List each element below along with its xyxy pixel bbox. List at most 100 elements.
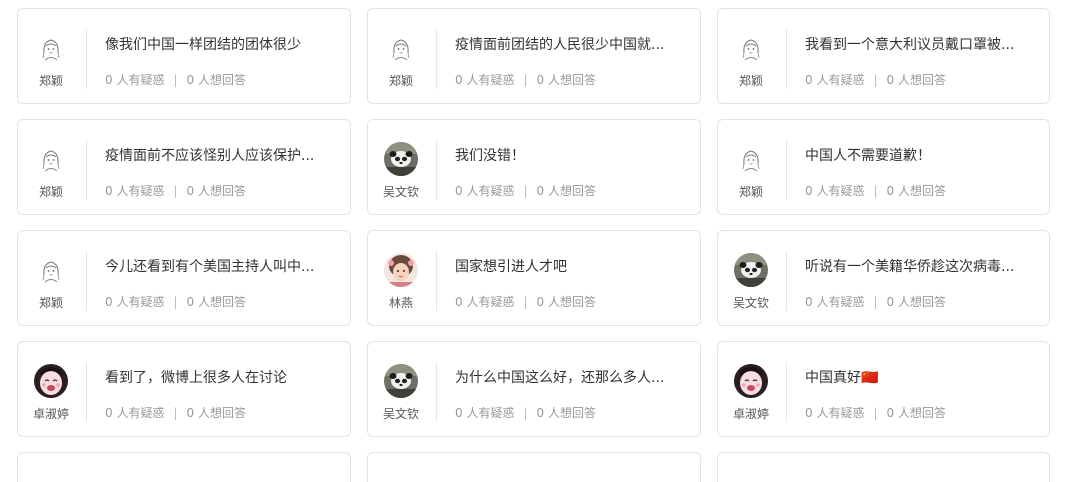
question-stats: 0 人有疑惑 | 0 人想回答 bbox=[805, 72, 946, 88]
user-name[interactable]: 郑颖 bbox=[368, 72, 434, 89]
card-divider bbox=[86, 29, 87, 89]
user-name[interactable]: 吴文钦 bbox=[368, 405, 434, 422]
card-user[interactable]: 郑颖 bbox=[18, 120, 86, 214]
question-stats: 0 人有疑惑 | 0 人想回答 bbox=[455, 294, 596, 310]
user-name[interactable]: 郑颖 bbox=[18, 294, 84, 311]
doubt-count: 0 人有疑惑 bbox=[805, 73, 865, 87]
question-title[interactable]: 国家想引进人才吧 bbox=[455, 258, 680, 276]
question-title[interactable]: 像我们中国一样团结的团体很少 bbox=[105, 36, 330, 54]
card-user[interactable]: 郑颖 bbox=[718, 120, 786, 214]
question-title[interactable]: 为什么中国这么好，还那么多人... bbox=[455, 369, 680, 387]
question-card-6[interactable]: 郑颖 中国人不需要道歉！ 0 人有疑惑 | 0 人想回答 bbox=[717, 119, 1050, 215]
question-title[interactable]: 疫情面前不应该怪别人应该保护... bbox=[105, 147, 330, 165]
user-name[interactable]: 郑颖 bbox=[718, 183, 784, 200]
question-card-11[interactable]: 吴文钦 为什么中国这么好，还那么多人... 0 人有疑惑 | 0 人想回答 bbox=[367, 341, 701, 437]
user-name[interactable]: 郑颖 bbox=[18, 72, 84, 89]
sketch-girl-avatar-icon[interactable] bbox=[34, 142, 68, 176]
card-user[interactable]: 吴文钦 bbox=[368, 120, 436, 214]
answer-count: 0 人想回答 bbox=[536, 295, 596, 309]
answer-count: 0 人想回答 bbox=[186, 406, 246, 420]
user-name[interactable]: 吴文钦 bbox=[718, 294, 784, 311]
panda-avatar-icon[interactable] bbox=[384, 364, 418, 398]
question-stats: 0 人有疑惑 | 0 人想回答 bbox=[455, 183, 596, 199]
answer-count: 0 人想回答 bbox=[186, 73, 246, 87]
sketch-girl-avatar-icon[interactable] bbox=[34, 253, 68, 287]
user-name[interactable]: 林燕 bbox=[368, 294, 434, 311]
stats-separator: | bbox=[523, 295, 528, 309]
card-user[interactable]: 郑颖 bbox=[18, 9, 86, 103]
card-divider bbox=[86, 251, 87, 311]
question-card-7[interactable]: 郑颖 今儿还看到有个美国主持人叫中... 0 人有疑惑 | 0 人想回答 bbox=[17, 230, 351, 326]
card-user[interactable]: 林燕 bbox=[368, 231, 436, 325]
stats-separator: | bbox=[873, 184, 878, 198]
sketch-girl-avatar-icon[interactable] bbox=[734, 31, 768, 65]
stats-separator: | bbox=[523, 73, 528, 87]
answer-count: 0 人想回答 bbox=[536, 184, 596, 198]
card-divider bbox=[436, 362, 437, 422]
doubt-count: 0 人有疑惑 bbox=[105, 73, 165, 87]
stats-separator: | bbox=[173, 295, 178, 309]
card-user[interactable]: 卓淑婷 bbox=[18, 342, 86, 436]
card-user[interactable]: 卓淑婷 bbox=[718, 342, 786, 436]
question-stats: 0 人有疑惑 | 0 人想回答 bbox=[805, 183, 946, 199]
panda-avatar-icon[interactable] bbox=[384, 142, 418, 176]
card-divider bbox=[436, 251, 437, 311]
card-divider bbox=[786, 29, 787, 89]
user-name[interactable]: 卓淑婷 bbox=[18, 405, 84, 422]
card-user[interactable]: 吴文钦 bbox=[718, 231, 786, 325]
panda-avatar-icon[interactable] bbox=[734, 253, 768, 287]
question-title[interactable]: 我看到一个意大利议员戴口罩被... bbox=[805, 36, 1030, 54]
question-card-12[interactable]: 卓淑婷 中国真好🇨🇳 0 人有疑惑 | 0 人想回答 bbox=[717, 341, 1050, 437]
answer-count: 0 人想回答 bbox=[886, 73, 946, 87]
question-title[interactable]: 我们没错！ bbox=[455, 147, 680, 165]
question-stats: 0 人有疑惑 | 0 人想回答 bbox=[455, 405, 596, 421]
user-name[interactable]: 卓淑婷 bbox=[718, 405, 784, 422]
card-user[interactable]: 郑颖 bbox=[18, 231, 86, 325]
crying-girl-avatar-icon[interactable] bbox=[734, 364, 768, 398]
doubt-count: 0 人有疑惑 bbox=[805, 406, 865, 420]
question-card-3[interactable]: 郑颖 我看到一个意大利议员戴口罩被... 0 人有疑惑 | 0 人想回答 bbox=[717, 8, 1050, 104]
doubt-count: 0 人有疑惑 bbox=[105, 406, 165, 420]
question-stats: 0 人有疑惑 | 0 人想回答 bbox=[105, 294, 246, 310]
stats-separator: | bbox=[873, 73, 878, 87]
question-card-5[interactable]: 吴文钦 我们没错！ 0 人有疑惑 | 0 人想回答 bbox=[367, 119, 701, 215]
doubt-count: 0 人有疑惑 bbox=[805, 295, 865, 309]
sketch-girl-avatar-icon[interactable] bbox=[34, 31, 68, 65]
user-name[interactable]: 郑颖 bbox=[18, 183, 84, 200]
question-card-1[interactable]: 郑颖 像我们中国一样团结的团体很少 0 人有疑惑 | 0 人想回答 bbox=[17, 8, 351, 104]
answer-count: 0 人想回答 bbox=[536, 406, 596, 420]
card-divider bbox=[436, 29, 437, 89]
answer-count: 0 人想回答 bbox=[886, 406, 946, 420]
stats-separator: | bbox=[173, 406, 178, 420]
question-card-9[interactable]: 吴文钦 听说有一个美籍华侨趁这次病毒... 0 人有疑惑 | 0 人想回答 bbox=[717, 230, 1050, 326]
doubt-count: 0 人有疑惑 bbox=[805, 184, 865, 198]
question-title[interactable]: 中国真好🇨🇳 bbox=[805, 369, 1030, 387]
card-user[interactable]: 吴文钦 bbox=[368, 342, 436, 436]
question-card-partial[interactable] bbox=[17, 452, 351, 482]
sketch-girl-avatar-icon[interactable] bbox=[734, 142, 768, 176]
question-title[interactable]: 今儿还看到有个美国主持人叫中... bbox=[105, 258, 330, 276]
child-photo-avatar-icon[interactable] bbox=[384, 253, 418, 287]
crying-girl-avatar-icon[interactable] bbox=[34, 364, 68, 398]
question-card-4[interactable]: 郑颖 疫情面前不应该怪别人应该保护... 0 人有疑惑 | 0 人想回答 bbox=[17, 119, 351, 215]
question-title[interactable]: 疫情面前团结的人民很少中国就... bbox=[455, 36, 680, 54]
question-title[interactable]: 中国人不需要道歉！ bbox=[805, 147, 1030, 165]
card-user[interactable]: 郑颖 bbox=[368, 9, 436, 103]
stats-separator: | bbox=[523, 184, 528, 198]
card-divider bbox=[86, 362, 87, 422]
question-card-partial[interactable] bbox=[367, 452, 701, 482]
question-title[interactable]: 看到了，微博上很多人在讨论 bbox=[105, 369, 330, 387]
question-card-2[interactable]: 郑颖 疫情面前团结的人民很少中国就... 0 人有疑惑 | 0 人想回答 bbox=[367, 8, 701, 104]
sketch-girl-avatar-icon[interactable] bbox=[384, 31, 418, 65]
question-card-10[interactable]: 卓淑婷 看到了，微博上很多人在讨论 0 人有疑惑 | 0 人想回答 bbox=[17, 341, 351, 437]
doubt-count: 0 人有疑惑 bbox=[455, 184, 515, 198]
question-card-partial[interactable] bbox=[717, 452, 1050, 482]
user-name[interactable]: 郑颖 bbox=[718, 72, 784, 89]
stats-separator: | bbox=[873, 295, 878, 309]
question-title[interactable]: 听说有一个美籍华侨趁这次病毒... bbox=[805, 258, 1030, 276]
user-name[interactable]: 吴文钦 bbox=[368, 183, 434, 200]
card-user[interactable]: 郑颖 bbox=[718, 9, 786, 103]
question-card-8[interactable]: 林燕 国家想引进人才吧 0 人有疑惑 | 0 人想回答 bbox=[367, 230, 701, 326]
question-card-grid: 郑颖 像我们中国一样团结的团体很少 0 人有疑惑 | 0 人想回答 郑颖 疫情面前团… bbox=[17, 8, 1050, 482]
question-stats: 0 人有疑惑 | 0 人想回答 bbox=[105, 183, 246, 199]
